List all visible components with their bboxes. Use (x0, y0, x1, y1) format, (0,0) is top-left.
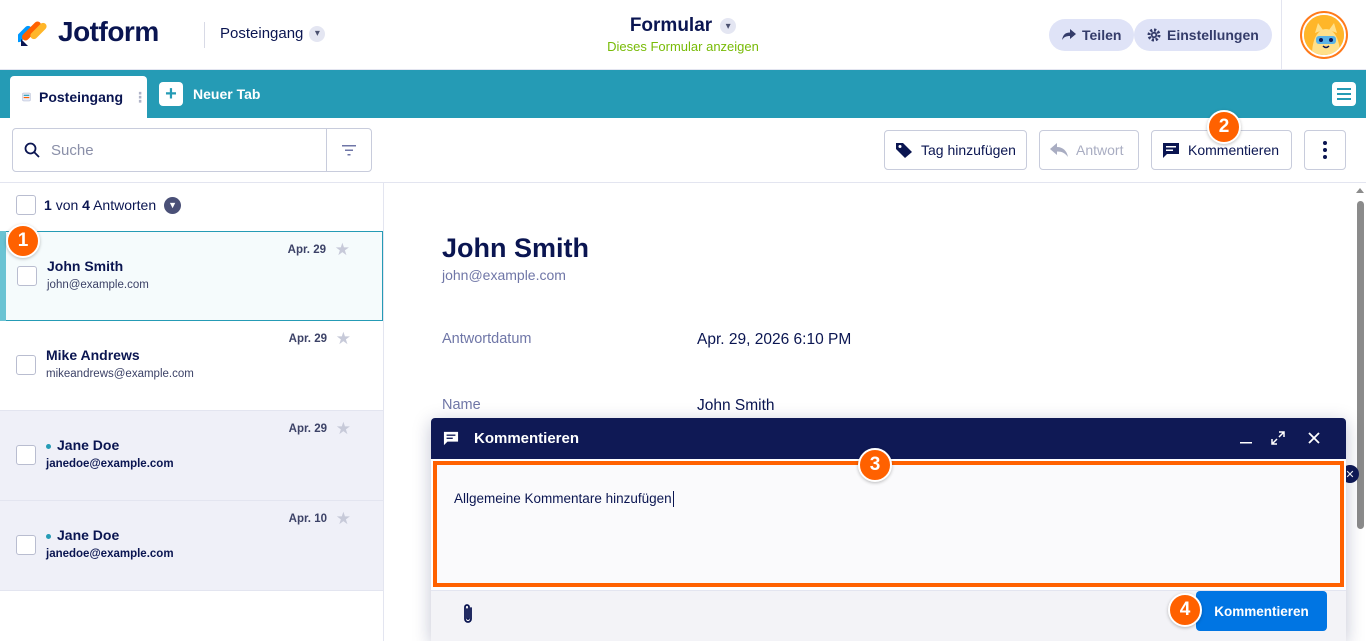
submitter-name: Mike Andrews (46, 347, 140, 363)
tab-label: Posteingang (38, 89, 123, 105)
row-checkbox[interactable] (17, 266, 37, 286)
comment-text: Allgemeine Kommentare hinzufügen (454, 491, 674, 508)
comment-text-value: Allgemeine Kommentare hinzufügen (454, 491, 672, 506)
list-item[interactable]: John Smith john@example.com Apr. 29 ★ (0, 231, 383, 321)
submitter-name: John Smith (47, 258, 124, 274)
tab-menu-icon[interactable] (1332, 82, 1356, 106)
plus-icon: + (159, 82, 183, 106)
count-current: 1 (44, 197, 52, 213)
unread-dot-icon (46, 533, 51, 539)
submitter-name-text: Jane Doe (57, 527, 120, 543)
submission-count: 1 von 4 Antworten (44, 197, 156, 213)
comment-dialog: Kommentieren Allgemeine Kommentare hinzu… (431, 418, 1346, 641)
submitter-name-text: Jane Doe (57, 437, 120, 453)
gear-icon (1147, 28, 1161, 42)
count-total: 4 (82, 197, 90, 213)
settings-button[interactable]: Einstellungen (1134, 19, 1272, 51)
submitter-name: Jane Doe (46, 437, 119, 453)
toolbar: Tag hinzufügen Antwort Kommentieren (0, 118, 1366, 183)
row-checkbox[interactable] (16, 355, 36, 375)
step-badge: 3 (858, 448, 892, 482)
unread-dot-icon (46, 443, 51, 449)
comment-label: Kommentieren (1188, 142, 1280, 158)
submitter-email: john@example.com (47, 279, 149, 291)
kebab-menu-icon (1323, 141, 1327, 159)
submitter-name: Jane Doe (46, 527, 119, 543)
submitter-email: janedoe@example.com (46, 458, 174, 470)
form-title-text: Formular (629, 15, 713, 36)
inbox-icon (22, 92, 31, 102)
star-icon[interactable]: ★ (336, 329, 351, 349)
search-icon (13, 142, 51, 158)
add-tag-label: Tag hinzufügen (921, 142, 1016, 158)
submission-date: Apr. 10 (288, 513, 327, 525)
count-label: Antworten (93, 197, 157, 213)
paperclip-icon[interactable] (461, 603, 475, 630)
scrollbar-thumb[interactable] (1357, 201, 1364, 529)
list-item[interactable]: Mike Andrews mikeandrews@example.com Apr… (0, 321, 383, 411)
field-value: Apr. 29, 2026 6:10 PM (697, 331, 852, 348)
detail-name: John Smith (442, 233, 589, 263)
reply-icon (1050, 143, 1068, 157)
scroll-up-icon[interactable] (1356, 188, 1364, 193)
step-badge: 4 (1168, 593, 1202, 627)
comment-dialog-title: Kommentieren (474, 430, 580, 447)
submission-date: Apr. 29 (287, 244, 326, 256)
comment-textarea[interactable]: Allgemeine Kommentare hinzufügen (433, 461, 1344, 587)
new-tab-label: Neuer Tab (193, 86, 261, 102)
submission-count-row: 1 von 4 Antworten ▼ (16, 195, 182, 215)
submission-list: 1 von 4 Antworten ▼ John Smith john@exam… (0, 183, 384, 641)
add-tag-button[interactable]: Tag hinzufügen (884, 130, 1027, 170)
step-badge: 1 (6, 224, 40, 258)
minimize-icon[interactable] (1236, 428, 1256, 448)
header-divider (1281, 0, 1282, 70)
row-checkbox[interactable] (16, 535, 36, 555)
tab-posteingang[interactable]: Posteingang ⋮ (10, 76, 147, 118)
settings-button-label: Einstellungen (1167, 27, 1259, 43)
new-tab-button[interactable]: + Neuer Tab (159, 82, 260, 106)
search-box (12, 128, 372, 172)
expand-icon[interactable] (1268, 428, 1288, 448)
comment-icon (443, 431, 459, 446)
share-button-label: Teilen (1082, 27, 1122, 43)
tag-icon (896, 143, 912, 158)
submission-date: Apr. 29 (288, 333, 327, 345)
submitter-email: mikeandrews@example.com (46, 368, 194, 380)
detail-email: john@example.com (442, 267, 566, 283)
form-title[interactable]: Formular ▾ (629, 15, 737, 37)
list-item[interactable]: Jane Doe janedoe@example.com Apr. 29 ★ (0, 411, 383, 501)
more-options-button[interactable] (1304, 130, 1346, 170)
submission-date: Apr. 29 (288, 423, 327, 435)
star-icon[interactable]: ★ (335, 240, 350, 260)
tab-bar: Posteingang ⋮ + Neuer Tab (0, 70, 1366, 118)
field-label: Antwortdatum (442, 331, 532, 347)
star-icon[interactable]: ★ (336, 419, 351, 439)
top-header: Jotform Posteingang ▾ Formular ▾ Dieses … (0, 0, 1366, 70)
close-icon[interactable] (1304, 428, 1324, 448)
submit-comment-button[interactable]: Kommentieren (1196, 591, 1327, 631)
step-badge: 2 (1207, 110, 1241, 144)
star-icon[interactable]: ★ (336, 509, 351, 529)
reply-button[interactable]: Antwort (1039, 130, 1139, 170)
row-checkbox[interactable] (16, 445, 36, 465)
search-input[interactable] (51, 141, 321, 159)
comment-dialog-header: Kommentieren (431, 418, 1346, 459)
field-label: Name (442, 397, 481, 413)
count-of: von (55, 197, 79, 213)
comment-dialog-footer: Kommentieren (431, 590, 1346, 641)
select-all-checkbox[interactable] (16, 195, 36, 215)
user-avatar[interactable] (1302, 13, 1346, 57)
list-item[interactable]: Jane Doe janedoe@example.com Apr. 10 ★ (0, 501, 383, 591)
submitter-email: janedoe@example.com (46, 548, 174, 560)
field-value: John Smith (697, 397, 775, 414)
share-arrow-icon (1062, 29, 1076, 40)
share-button[interactable]: Teilen (1049, 19, 1135, 51)
filter-icon[interactable] (326, 129, 371, 171)
text-cursor (672, 491, 674, 508)
chevron-down-icon[interactable]: ▼ (164, 196, 182, 214)
comment-icon (1163, 142, 1179, 158)
reply-label: Antwort (1076, 142, 1124, 158)
chevron-down-icon: ▾ (720, 18, 737, 34)
tab-options-icon[interactable]: ⋮ (133, 89, 147, 106)
